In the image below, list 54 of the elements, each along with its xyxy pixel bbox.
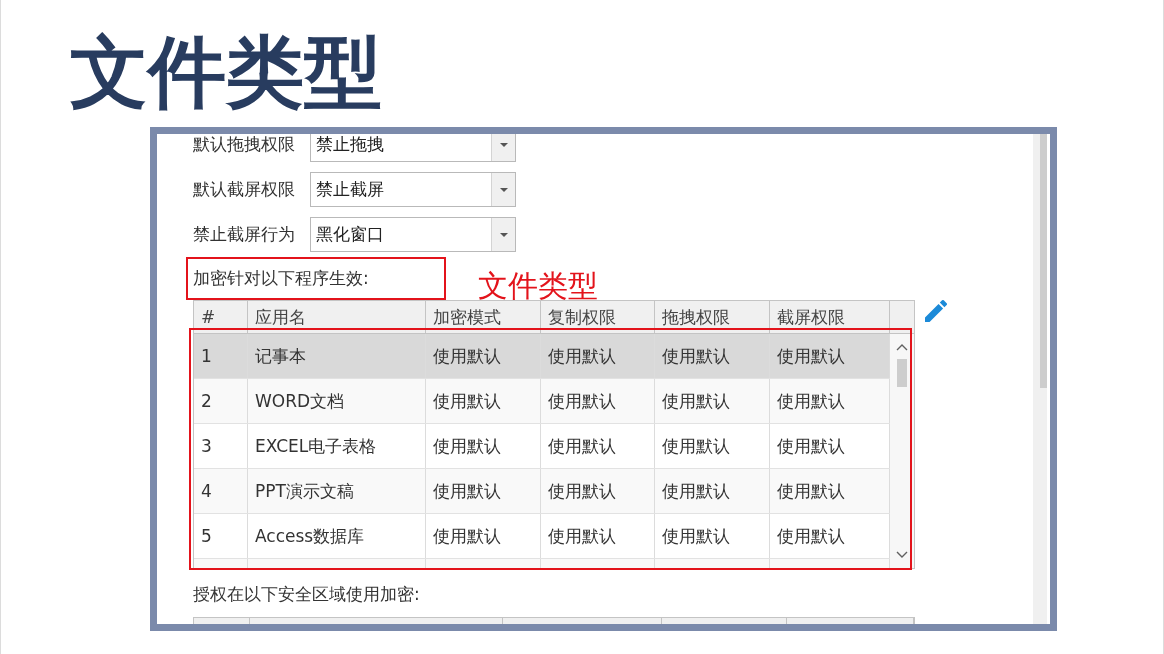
dropdown[interactable]: 禁止截屏	[310, 172, 516, 207]
scrollbar-thumb[interactable]	[1040, 134, 1047, 388]
table-cell: EXCEL电子表格	[248, 424, 426, 468]
column-header: 截屏权限	[770, 301, 890, 333]
chevron-up-icon[interactable]	[896, 344, 908, 351]
field-label: 禁止截屏行为	[193, 226, 296, 243]
table-cell: 4	[194, 469, 248, 513]
section-label: 授权在以下安全区域使用加密:	[193, 586, 420, 603]
table-cell: WORD文档	[248, 379, 426, 423]
table-cell: 使用默认	[426, 469, 541, 513]
table-cell: 使用默认	[541, 334, 655, 378]
table-cell: Access数据库	[248, 514, 426, 558]
caret-down-icon[interactable]	[499, 187, 508, 192]
table-cell: 使用默认	[655, 469, 770, 513]
table-cell: 使用默认	[426, 514, 541, 558]
pencil-icon[interactable]	[925, 300, 947, 322]
table-cell: 1	[194, 334, 248, 378]
table-cell: 使用默认	[541, 514, 655, 558]
field-label: 默认截屏权限	[193, 181, 296, 198]
chevron-down-icon[interactable]	[896, 551, 908, 558]
table-cell: 使用默认	[426, 379, 541, 423]
column-header: 复制权限	[541, 301, 655, 333]
table-row[interactable]: 3 EXCEL电子表格 使用默认 使用默认 使用默认 使用默认	[194, 424, 890, 469]
field-label: 默认拖拽权限	[193, 136, 296, 153]
dropdown[interactable]: 禁止拖拽	[310, 134, 516, 162]
table-row[interactable]: 1 记事本 使用默认 使用默认 使用默认 使用默认	[194, 334, 890, 379]
table-row[interactable]: 5 Access数据库 使用默认 使用默认 使用默认 使用默认	[194, 514, 890, 559]
caret-down-icon[interactable]	[499, 232, 508, 237]
table-cell: 使用默认	[426, 424, 541, 468]
table-cell: 2	[194, 379, 248, 423]
table-cell: 使用默认	[541, 469, 655, 513]
annotation-text: 文件类型	[478, 271, 598, 301]
table-cell: 3	[194, 424, 248, 468]
table-cell: 使用默认	[655, 379, 770, 423]
slide-title: 文件类型	[70, 33, 382, 111]
table-row[interactable]: 2 WORD文档 使用默认 使用默认 使用默认 使用默认	[194, 379, 890, 424]
table-row[interactable]: 4 PPT演示文稿 使用默认 使用默认 使用默认 使用默认	[194, 469, 890, 514]
table-cell: PPT演示文稿	[248, 469, 426, 513]
section-label: 加密针对以下程序生效:	[193, 270, 369, 287]
table-cell: 使用默认	[655, 424, 770, 468]
column-header: 拖拽权限	[655, 301, 770, 333]
table-cell: 使用默认	[541, 424, 655, 468]
scrollbar-thumb[interactable]	[897, 359, 907, 387]
column-header: 加密模式	[426, 301, 541, 333]
table-cell: 使用默认	[426, 334, 541, 378]
table-cell: 记事本	[248, 334, 426, 378]
table-cell: 5	[194, 514, 248, 558]
column-header: 应用名	[248, 301, 426, 333]
table-cell: 使用默认	[655, 514, 770, 558]
caret-down-icon[interactable]	[499, 142, 508, 147]
column-header: #	[194, 301, 248, 333]
table-cell: 使用默认	[655, 334, 770, 378]
table-cell: 使用默认	[541, 379, 655, 423]
dropdown[interactable]: 黑化窗口	[310, 217, 516, 252]
